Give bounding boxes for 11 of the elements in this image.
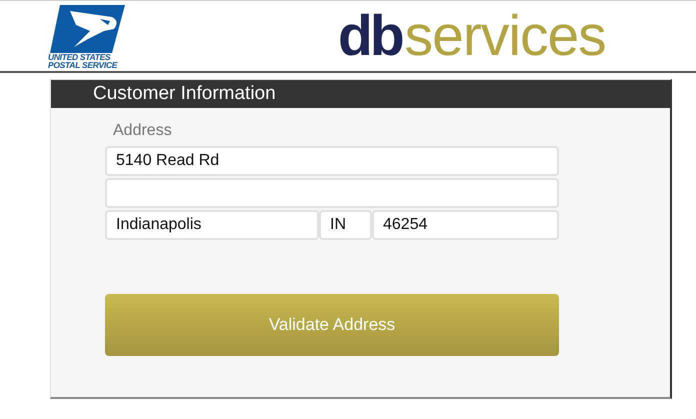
address-field[interactable]: 5140 Read Rd: [105, 146, 559, 176]
state-field[interactable]: IN: [319, 210, 372, 240]
panel-title: Customer Information: [51, 80, 670, 108]
eagle-logo-icon: [50, 3, 126, 53]
logo-text: POSTAL SERVICE: [48, 61, 118, 69]
address-label: Address: [113, 122, 172, 140]
zip-field[interactable]: 46254: [372, 210, 559, 240]
brand-logo: dbservices: [338, 8, 606, 64]
city-field[interactable]: Indianapolis: [105, 210, 319, 240]
logo-text: UNITED STATES: [48, 53, 110, 61]
address-field[interactable]: [105, 178, 559, 208]
